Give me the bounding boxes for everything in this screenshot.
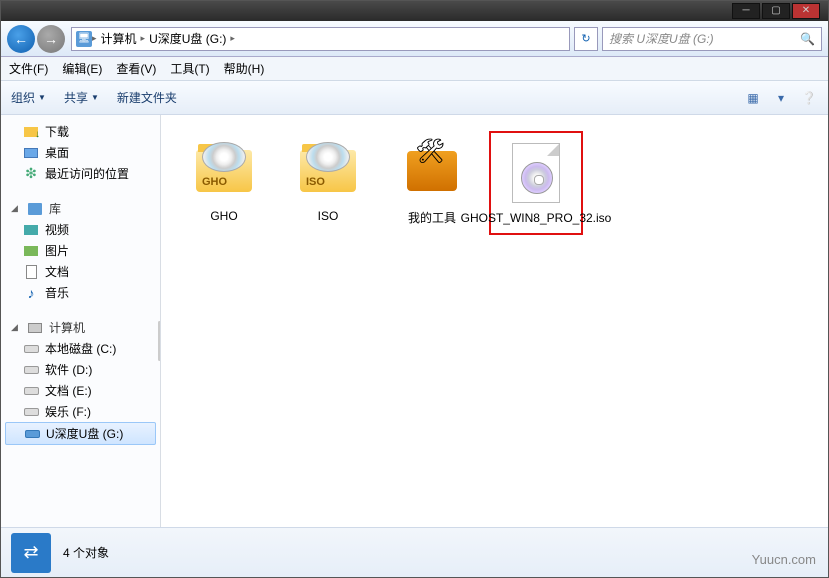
address-bar[interactable]: 🖥 ▸ 计算机 ▸ U深度U盘 (G:) ▸ — [71, 27, 570, 51]
computer-icon — [28, 323, 42, 333]
folder-iso[interactable]: ISO ISO — [281, 131, 375, 235]
drive-icon — [24, 366, 39, 374]
tree-group-libraries: ◢库 视频 图片 文档 ♪音乐 — [1, 198, 160, 303]
picture-icon — [24, 246, 38, 256]
video-icon — [24, 225, 38, 235]
usb-drive-icon — [25, 430, 40, 438]
iso-file-icon — [512, 143, 560, 203]
titlebar: ─ ▢ ✕ — [1, 1, 828, 21]
body: 下载 桌面 ❇最近访问的位置 ◢库 视频 图片 文档 ♪音乐 ◢计算机 本地磁盘… — [1, 115, 828, 527]
menu-edit[interactable]: 编辑(E) — [62, 60, 102, 77]
drive-icon — [24, 345, 39, 353]
sidebar-item-drive-c[interactable]: 本地磁盘 (C:) — [1, 338, 160, 359]
menu-tools[interactable]: 工具(T) — [170, 60, 209, 77]
folder-gho[interactable]: GHO GHO — [177, 131, 271, 235]
explorer-window: ─ ▢ ✕ ← → 🖥 ▸ 计算机 ▸ U深度U盘 (G:) ▸ ↻ 搜索 U深… — [0, 0, 829, 578]
usb-status-icon: ⇄ — [11, 533, 51, 573]
search-input[interactable]: 搜索 U深度U盘 (G:) 🔍 — [602, 27, 822, 51]
statusbar: ⇄ 4 个对象 — [1, 527, 828, 577]
caret-icon: ◢ — [11, 322, 21, 333]
maximize-button[interactable]: ▢ — [762, 3, 790, 19]
preview-pane-icon[interactable]: ▾ — [772, 89, 790, 107]
organize-button[interactable]: 组织 ▼ — [11, 89, 46, 106]
sidebar-header-libraries[interactable]: ◢库 — [1, 198, 160, 219]
new-folder-button[interactable]: 新建文件夹 — [117, 89, 177, 106]
breadcrumb-item[interactable]: U深度U盘 (G:) — [145, 30, 230, 47]
file-label: ISO — [318, 209, 339, 223]
drive-icon — [24, 408, 39, 416]
document-icon — [26, 265, 37, 279]
sidebar-item-drive-g[interactable]: U深度U盘 (G:) — [5, 422, 156, 445]
forward-button[interactable]: → — [37, 25, 65, 53]
caret-icon: ◢ — [11, 203, 21, 214]
navigation-bar: ← → 🖥 ▸ 计算机 ▸ U深度U盘 (G:) ▸ ↻ 搜索 U深度U盘 (G… — [1, 21, 828, 57]
drive-icon — [24, 387, 39, 395]
file-label: GHO — [210, 209, 237, 223]
sidebar-header-computer[interactable]: ◢计算机 — [1, 317, 160, 338]
refresh-button[interactable]: ↻ — [574, 27, 598, 51]
watermark: Yuucn.com — [752, 552, 816, 567]
tree-group-computer: ◢计算机 本地磁盘 (C:) 软件 (D:) 文档 (E:) 娱乐 (F:) U… — [1, 317, 160, 445]
sidebar-item-documents[interactable]: 文档 — [1, 261, 160, 282]
sidebar-item-recent[interactable]: ❇最近访问的位置 — [1, 163, 160, 184]
sidebar-item-drive-d[interactable]: 软件 (D:) — [1, 359, 160, 380]
sidebar-item-downloads[interactable]: 下载 — [1, 121, 160, 142]
sidebar-item-music[interactable]: ♪音乐 — [1, 282, 160, 303]
desktop-icon — [24, 148, 38, 158]
chevron-down-icon: ▼ — [91, 93, 99, 102]
menu-file[interactable]: 文件(F) — [9, 60, 48, 77]
folder-icon: ISO — [300, 150, 356, 192]
breadcrumb-item[interactable]: 计算机 — [97, 30, 141, 47]
help-icon[interactable]: ❔ — [800, 89, 818, 107]
share-button[interactable]: 共享 ▼ — [64, 89, 99, 106]
view-options-icon[interactable]: ▦ — [744, 89, 762, 107]
menu-help[interactable]: 帮助(H) — [224, 60, 265, 77]
sidebar-item-drive-e[interactable]: 文档 (E:) — [1, 380, 160, 401]
folder-icon: GHO — [196, 150, 252, 192]
minimize-button[interactable]: ─ — [732, 3, 760, 19]
toolbar: 组织 ▼ 共享 ▼ 新建文件夹 ▦ ▾ ❔ — [1, 81, 828, 115]
sidebar: 下载 桌面 ❇最近访问的位置 ◢库 视频 图片 文档 ♪音乐 ◢计算机 本地磁盘… — [1, 115, 161, 527]
library-icon — [28, 203, 42, 215]
file-label: 我的工具 — [408, 209, 456, 226]
file-list[interactable]: GHO GHO ISO ISO 我的工具 GHOST_WIN8_PRO_32.i… — [161, 115, 828, 527]
search-placeholder: 搜索 U深度U盘 (G:) — [609, 30, 714, 47]
file-ghost-iso[interactable]: GHOST_WIN8_PRO_32.iso — [489, 131, 583, 235]
close-button[interactable]: ✕ — [792, 3, 820, 19]
sidebar-item-pictures[interactable]: 图片 — [1, 240, 160, 261]
downloads-icon — [24, 127, 38, 137]
music-icon: ♪ — [23, 285, 39, 301]
sidebar-item-drive-f[interactable]: 娱乐 (F:) — [1, 401, 160, 422]
file-label: GHOST_WIN8_PRO_32.iso — [461, 211, 612, 225]
recent-icon: ❇ — [23, 166, 39, 182]
tree-group-favorites: 下载 桌面 ❇最近访问的位置 — [1, 121, 160, 184]
sidebar-item-videos[interactable]: 视频 — [1, 219, 160, 240]
menu-view[interactable]: 查看(V) — [116, 60, 156, 77]
sidebar-item-desktop[interactable]: 桌面 — [1, 142, 160, 163]
toolbox-icon — [407, 151, 457, 191]
chevron-right-icon: ▸ — [230, 33, 235, 44]
menubar: 文件(F) 编辑(E) 查看(V) 工具(T) 帮助(H) — [1, 57, 828, 81]
computer-icon: 🖥 — [76, 31, 92, 47]
search-icon[interactable]: 🔍 — [800, 32, 815, 46]
chevron-down-icon: ▼ — [38, 93, 46, 102]
status-text: 4 个对象 — [63, 544, 109, 561]
back-button[interactable]: ← — [7, 25, 35, 53]
